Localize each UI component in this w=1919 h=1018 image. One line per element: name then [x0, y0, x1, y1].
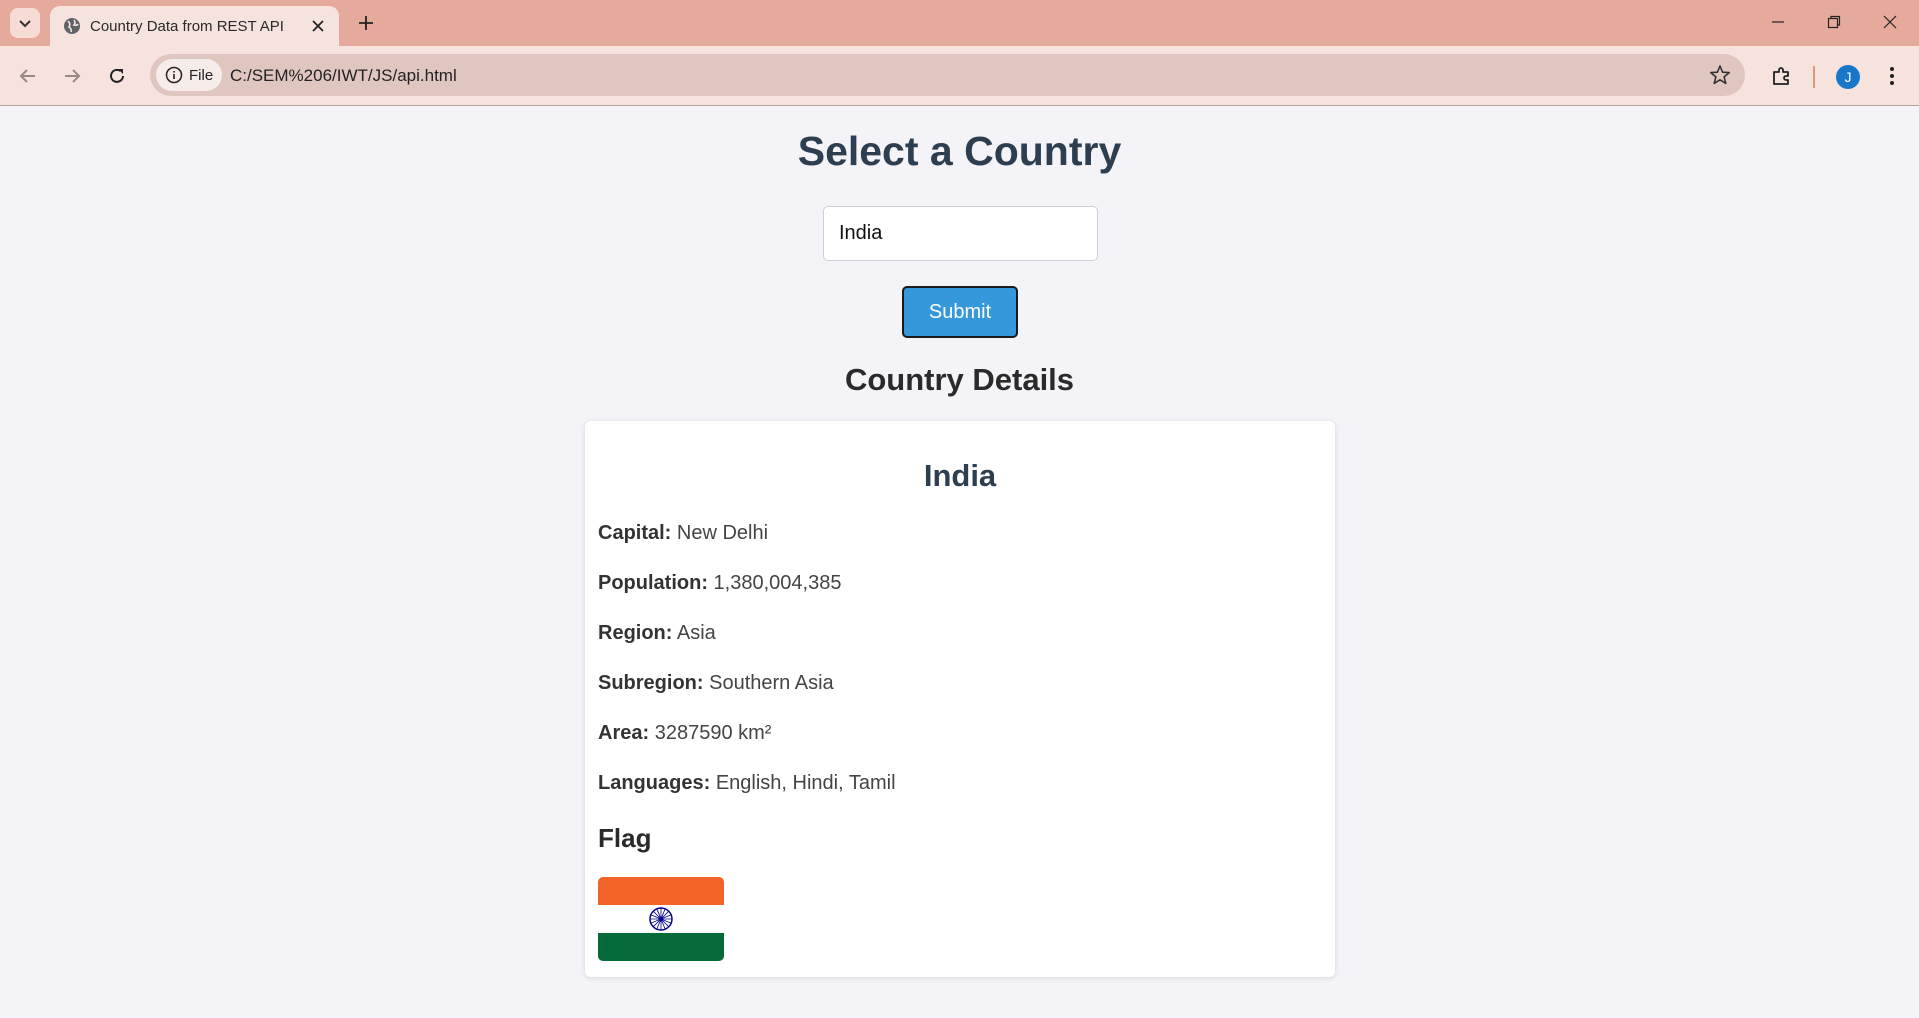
country-details-heading: Country Details: [844, 362, 1075, 397]
page-title: Select a Country: [797, 128, 1122, 174]
country-card: India Capital: New Delhi Population: 1,3…: [585, 421, 1335, 977]
reload-icon: [110, 68, 124, 83]
toolbar-divider: [1813, 66, 1815, 88]
country-name: India: [923, 458, 997, 493]
minimize-button[interactable]: [1750, 0, 1806, 44]
close-icon: [312, 20, 324, 32]
site-chip-label: File: [189, 66, 214, 84]
back-icon: [19, 69, 35, 83]
forward-icon: [65, 69, 81, 83]
tab-title: Country Data from REST API: [90, 18, 284, 35]
subregion-label: Subregion:: [598, 672, 704, 694]
subregion-value: Southern Asia: [709, 672, 834, 694]
flag-heading: Flag: [598, 823, 652, 853]
extensions-button[interactable]: [1766, 60, 1798, 92]
plus-icon: [359, 16, 373, 30]
area-value: 3287590 km²: [654, 722, 772, 744]
restore-button[interactable]: [1806, 0, 1862, 44]
site-info-chip[interactable]: File: [156, 59, 222, 91]
address-bar[interactable]: File C:/SEM%206/IWT/JS/api.html: [150, 54, 1745, 96]
region-row: Region: Asia: [598, 622, 716, 645]
area-label: Area:: [598, 722, 650, 744]
languages-value: English, Hindi, Tamil: [715, 772, 896, 794]
info-icon: [165, 66, 183, 84]
menu-button[interactable]: [1876, 60, 1908, 92]
active-tab[interactable]: Country Data from REST API: [50, 6, 339, 46]
population-row: Population: 1,380,004,385: [598, 572, 841, 595]
capital-label: Capital:: [598, 522, 672, 544]
area-row: Area: 3287590 km²: [598, 722, 771, 745]
tab-close-button[interactable]: [307, 15, 329, 37]
population-label: Population:: [598, 572, 708, 594]
tab-search-button[interactable]: [10, 8, 40, 38]
india-flag-image: [598, 877, 724, 961]
capital-value: New Delhi: [676, 522, 769, 544]
languages-row: Languages: English, Hindi, Tamil: [598, 772, 896, 795]
submit-button[interactable]: Submit: [902, 286, 1018, 338]
url-text[interactable]: C:/SEM%206/IWT/JS/api.html: [230, 66, 457, 86]
minimize-icon: [1772, 21, 1784, 23]
reload-button[interactable]: [101, 60, 133, 92]
menu-icon: [1890, 67, 1894, 85]
restore-icon: [1827, 15, 1841, 29]
subregion-row: Subregion: Southern Asia: [598, 672, 834, 695]
region-label: Region:: [598, 622, 673, 644]
browser-toolbar: File C:/SEM%206/IWT/JS/api.html J: [0, 46, 1919, 106]
globe-icon: [64, 18, 80, 34]
forward-button[interactable]: [56, 60, 88, 92]
profile-avatar[interactable]: J: [1836, 65, 1860, 89]
back-button[interactable]: [12, 60, 44, 92]
tab-strip: Country Data from REST API: [0, 0, 1919, 46]
star-icon[interactable]: [1709, 64, 1731, 86]
extensions-icon: [1773, 67, 1789, 85]
window-close-button[interactable]: [1862, 0, 1918, 44]
population-value: 1,380,004,385: [713, 572, 842, 594]
window-close-icon: [1883, 15, 1897, 29]
region-value: Asia: [676, 622, 716, 644]
languages-label: Languages:: [598, 772, 711, 794]
capital-row: Capital: New Delhi: [598, 522, 768, 545]
new-tab-button[interactable]: [352, 9, 380, 37]
tab-search-icon: [19, 20, 31, 28]
country-input[interactable]: [823, 206, 1098, 261]
